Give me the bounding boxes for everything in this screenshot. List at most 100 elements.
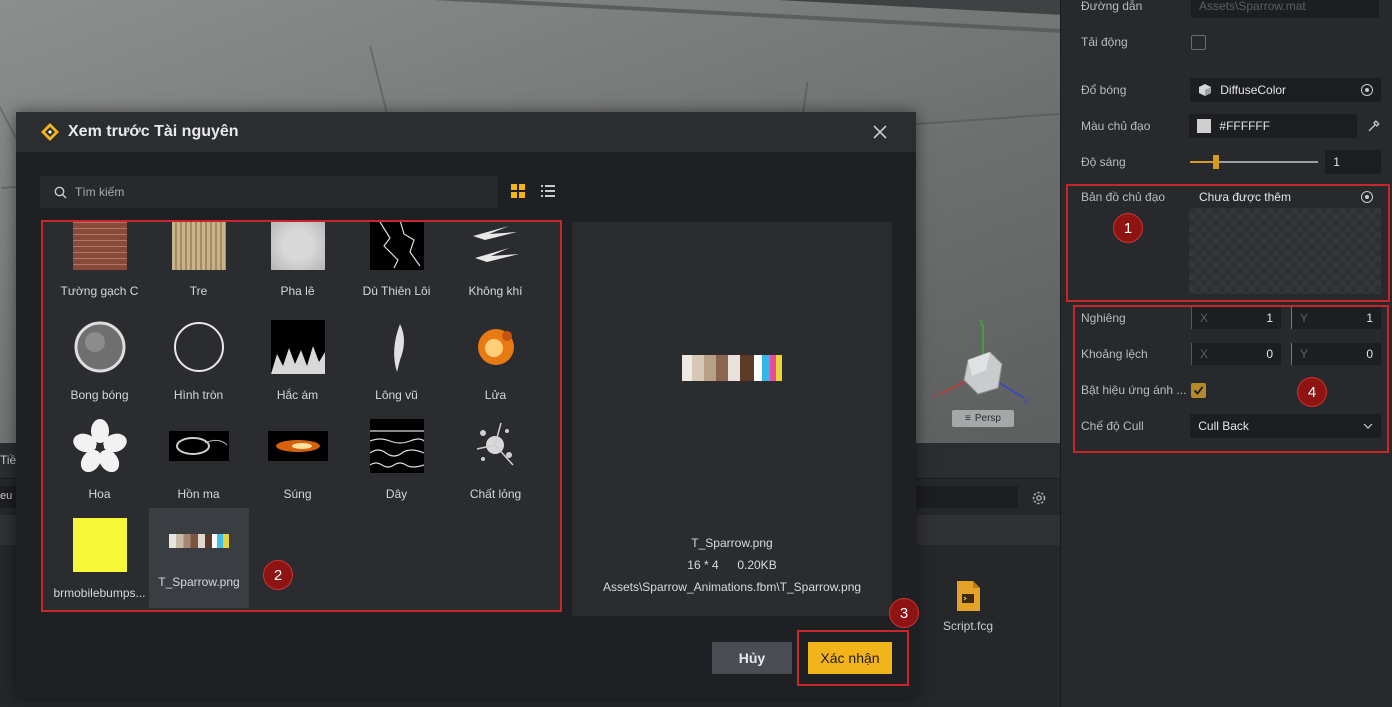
svg-text:z: z xyxy=(1024,397,1028,406)
search-placeholder: Tìm kiếm xyxy=(75,185,125,199)
asset-name: Tre xyxy=(189,284,208,298)
target-picker-icon[interactable] xyxy=(1361,191,1373,203)
dialog-titlebar: Xem trước Tài nguyên xyxy=(16,112,916,152)
main-color-field[interactable]: #FFFFFF xyxy=(1189,114,1358,138)
asset-item[interactable]: Hắc ám xyxy=(248,320,347,410)
gear-icon[interactable] xyxy=(1030,489,1048,507)
tiling-y-value: 1 xyxy=(1366,311,1373,325)
asset-name: T_Sparrow.png xyxy=(158,575,240,589)
confirm-button[interactable]: Xác nhận xyxy=(808,642,892,674)
annotation-badge-2: 2 xyxy=(263,560,293,590)
svg-text:y: y xyxy=(979,318,984,326)
shadow-effect-row: Bật hiệu ứng ánh ... xyxy=(1081,378,1381,402)
asset-name: Dây xyxy=(385,487,408,501)
app-logo-icon xyxy=(41,123,59,141)
asset-search-input[interactable]: Tìm kiếm xyxy=(40,176,498,208)
axis-x-label: X xyxy=(1200,311,1209,325)
asset-item[interactable]: Hồn ma xyxy=(149,419,248,509)
slider-thumb[interactable] xyxy=(1212,155,1219,169)
offset-x-input[interactable]: X 0 xyxy=(1191,343,1281,365)
brightness-input[interactable]: 1 xyxy=(1325,150,1381,174)
asset-item-selected[interactable]: T_Sparrow.png xyxy=(149,508,249,608)
main-map-preview[interactable] xyxy=(1189,208,1381,294)
flower-texture-thumbnail xyxy=(72,419,127,473)
main-color-value: #FFFFFF xyxy=(1219,119,1271,133)
eyedropper-icon[interactable] xyxy=(1367,119,1381,133)
checkmark-icon xyxy=(1193,385,1204,395)
asset-item[interactable]: Tre xyxy=(149,222,248,304)
asset-item[interactable]: Dây xyxy=(347,419,446,509)
color-swatch[interactable] xyxy=(1197,119,1212,133)
offset-row: Khoảng lệch X 0 Y 0 xyxy=(1081,342,1381,366)
asset-name: Hắc ám xyxy=(276,388,319,402)
axis-x-label: X xyxy=(1200,347,1209,361)
target-picker-icon[interactable] xyxy=(1361,84,1373,96)
brightness-row: Độ sáng 1 xyxy=(1081,150,1381,174)
tiling-y-input[interactable]: Y 1 xyxy=(1291,307,1381,329)
asset-item[interactable]: Hoa xyxy=(50,419,149,509)
tiling-x-value: 1 xyxy=(1266,311,1273,325)
shadow-effect-checkbox[interactable] xyxy=(1191,382,1206,398)
main-map-row: Bản đồ chủ đạo Chưa được thêm xyxy=(1081,186,1381,294)
cancel-button[interactable]: Hủy xyxy=(712,642,792,674)
asset-item[interactable]: Dù Thiên Lôi xyxy=(347,222,446,304)
tiling-x-input[interactable]: X 1 xyxy=(1191,307,1281,329)
asset-name: Chất lỏng xyxy=(469,487,522,501)
asset-name: Lửa xyxy=(484,388,507,402)
asset-item[interactable]: Súng xyxy=(248,419,347,509)
asset-item[interactable]: Hình tròn xyxy=(149,320,248,410)
asset-name: Bong bóng xyxy=(70,388,129,402)
feather-texture-thumbnail xyxy=(393,324,404,372)
dynamic-load-checkbox[interactable] xyxy=(1191,34,1206,50)
shadow-effect-label: Bật hiệu ứng ánh ... xyxy=(1081,383,1187,397)
main-map-field[interactable]: Chưa được thêm xyxy=(1189,186,1381,294)
asset-item[interactable]: Lửa xyxy=(446,320,545,410)
offset-y-value: 0 xyxy=(1366,347,1373,361)
close-icon[interactable] xyxy=(872,124,888,140)
cull-mode-label: Chế độ Cull xyxy=(1081,419,1144,433)
shading-value: DiffuseColor xyxy=(1220,83,1287,97)
perspective-toggle-button[interactable]: ≡ Persp xyxy=(952,410,1014,427)
asset-name: Súng xyxy=(283,487,312,501)
cull-mode-value: Cull Back xyxy=(1198,419,1249,433)
main-map-header: Chưa được thêm xyxy=(1189,186,1381,208)
shading-label: Đổ bóng xyxy=(1081,83,1127,97)
brightness-slider[interactable] xyxy=(1190,150,1319,174)
asset-item[interactable]: Bong bóng xyxy=(50,320,149,410)
main-map-label: Bản đồ chủ đạo xyxy=(1081,190,1166,204)
ghost-texture-thumbnail xyxy=(168,431,229,461)
asset-item[interactable]: Pha lê xyxy=(248,222,347,304)
preview-image xyxy=(682,355,782,381)
panel-tab[interactable]: Tiề xyxy=(0,453,16,467)
grid-view-icon[interactable] xyxy=(510,183,526,199)
offset-label: Khoảng lệch xyxy=(1081,347,1148,361)
tiling-row: Nghiêng X 1 Y 1 xyxy=(1081,306,1381,330)
fire-texture-thumbnail xyxy=(477,329,514,365)
asset-name: Hoa xyxy=(88,487,111,501)
asset-item[interactable]: Tường gạch C xyxy=(50,222,149,304)
asset-name: Hồn ma xyxy=(177,487,220,501)
cull-mode-select[interactable]: Cull Back xyxy=(1190,414,1381,438)
shading-field[interactable]: DiffuseColor xyxy=(1190,78,1381,102)
inspector-panel: Đường dẫn Assets\Sparrow.mat Tải động Đổ… xyxy=(1060,0,1392,707)
asset-item[interactable]: brmobilebumps... xyxy=(50,516,149,606)
cull-mode-row: Chế độ Cull Cull Back xyxy=(1081,414,1381,438)
lightning-texture-thumbnail xyxy=(369,222,424,270)
offset-y-input[interactable]: Y 0 xyxy=(1291,343,1381,365)
panel-filter-input[interactable] xyxy=(916,486,1018,508)
asset-name: Lông vũ xyxy=(375,388,418,402)
asset-item[interactable]: Lông vũ xyxy=(347,320,446,410)
chevron-down-icon xyxy=(1363,423,1373,429)
preview-size: 0.20KB xyxy=(737,558,777,572)
script-file-item[interactable]: Script.fcg xyxy=(936,580,1000,633)
asset-item[interactable]: Chất lỏng xyxy=(446,419,545,509)
perspective-label: Persp xyxy=(974,413,1001,424)
asset-preview-dialog: Xem trước Tài nguyên Tìm kiếm Tường gạch… xyxy=(16,112,916,698)
script-file-icon xyxy=(957,581,980,611)
menu-lines-icon: ≡ xyxy=(965,413,971,424)
asset-item[interactable]: Không khí xyxy=(446,222,545,304)
preview-path: Assets\Sparrow_Animations.fbm\T_Sparrow.… xyxy=(602,580,862,594)
bamboo-texture-thumbnail xyxy=(171,222,226,270)
preview-dimensions: 16 * 4 xyxy=(687,558,719,572)
list-view-icon[interactable] xyxy=(540,183,556,199)
